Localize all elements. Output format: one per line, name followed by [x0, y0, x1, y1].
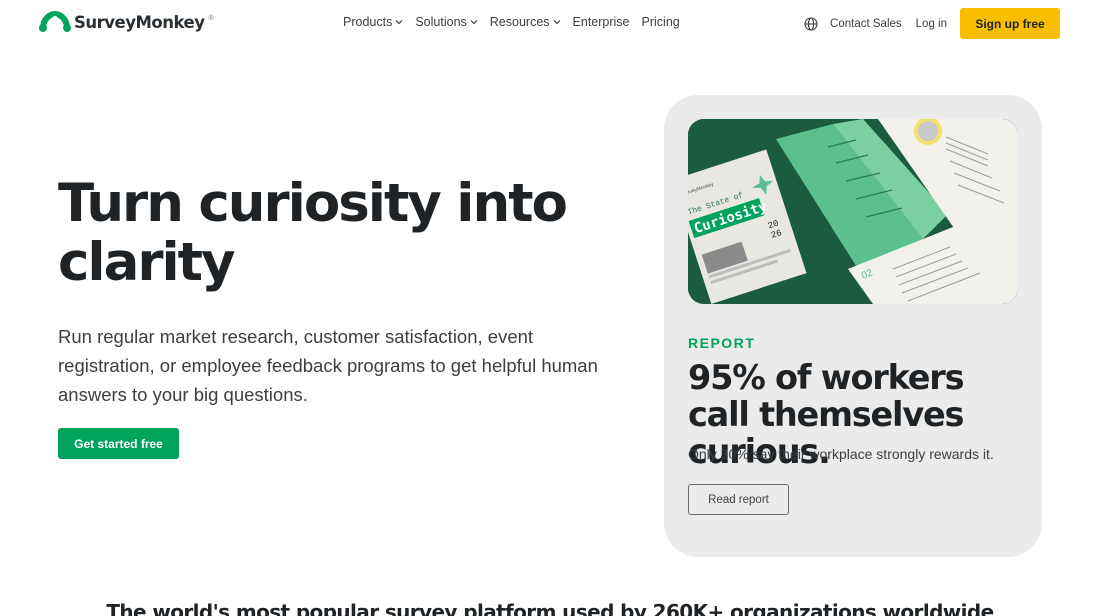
- site-header: SurveyMonkey ® Products Solutions Resour…: [0, 0, 1100, 46]
- report-cover-image[interactable]: 02 SurveyMonkey The State of Curiosity 2…: [688, 119, 1018, 304]
- nav-enterprise[interactable]: Enterprise: [573, 15, 630, 29]
- main-nav: Products Solutions Resources Enterprise …: [343, 15, 692, 29]
- hero-subtitle: Run regular market research, customer sa…: [58, 326, 598, 405]
- nav-pricing[interactable]: Pricing: [642, 15, 680, 29]
- nav-solutions[interactable]: Solutions: [415, 15, 478, 29]
- globe-icon[interactable]: [804, 16, 818, 31]
- report-description: Only 30% say their workplace strongly re…: [688, 446, 994, 462]
- nav-solutions-label: Solutions: [415, 15, 467, 29]
- nav-enterprise-label: Enterprise: [572, 15, 630, 29]
- report-label: REPORT: [688, 335, 756, 351]
- read-report-button[interactable]: Read report: [688, 484, 789, 515]
- header-actions: Contact Sales Log in Sign up free: [804, 8, 1060, 39]
- surveymonkey-logo[interactable]: SurveyMonkey ®: [39, 11, 214, 33]
- nav-pricing-label: Pricing: [641, 15, 680, 29]
- contact-sales-link[interactable]: Contact Sales: [830, 18, 902, 30]
- chevron-down-icon: [395, 20, 403, 25]
- brand-name: SurveyMonkey: [74, 12, 205, 32]
- registered-mark: ®: [208, 14, 214, 22]
- sign-up-button[interactable]: Sign up free: [960, 8, 1060, 39]
- get-started-button[interactable]: Get started free: [58, 428, 179, 459]
- chevron-down-icon: [470, 20, 478, 25]
- log-in-link[interactable]: Log in: [916, 18, 947, 30]
- surveymonkey-logo-icon: [39, 11, 71, 32]
- nav-products-label: Products: [343, 15, 393, 29]
- nav-resources-label: Resources: [489, 15, 550, 29]
- nav-resources[interactable]: Resources: [490, 15, 561, 29]
- nav-products[interactable]: Products: [343, 15, 403, 29]
- hero-title: Turn curiosity into clarity: [58, 173, 568, 293]
- social-proof-heading: The world's most popular survey platform…: [106, 600, 994, 616]
- chevron-down-icon: [553, 20, 560, 25]
- report-card: 02 SurveyMonkey The State of Curiosity 2…: [664, 95, 1042, 557]
- report-illustration: 02 SurveyMonkey The State of Curiosity 2…: [688, 119, 1018, 304]
